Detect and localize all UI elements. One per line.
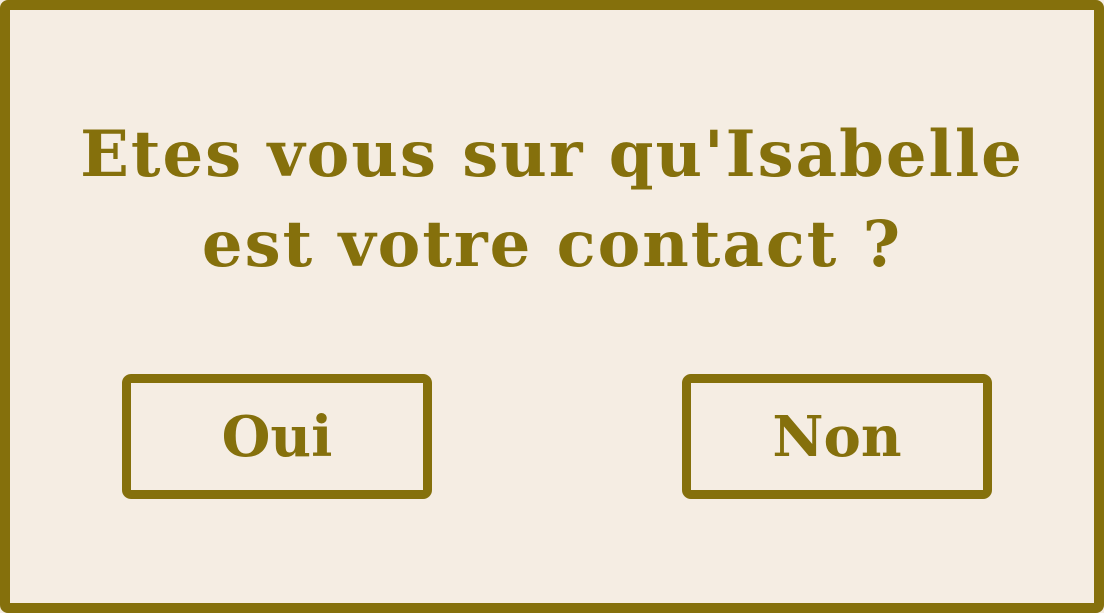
message-line-2: est votre contact ? [201,207,903,282]
no-button[interactable]: Non [682,374,992,499]
yes-button[interactable]: Oui [122,374,432,499]
message-line-1: Etes vous sur qu'Isabelle [80,117,1024,192]
confirm-message: Etes vous sur qu'Isabelle est votre cont… [10,110,1094,290]
confirm-dialog: Etes vous sur qu'Isabelle est votre cont… [0,0,1104,613]
